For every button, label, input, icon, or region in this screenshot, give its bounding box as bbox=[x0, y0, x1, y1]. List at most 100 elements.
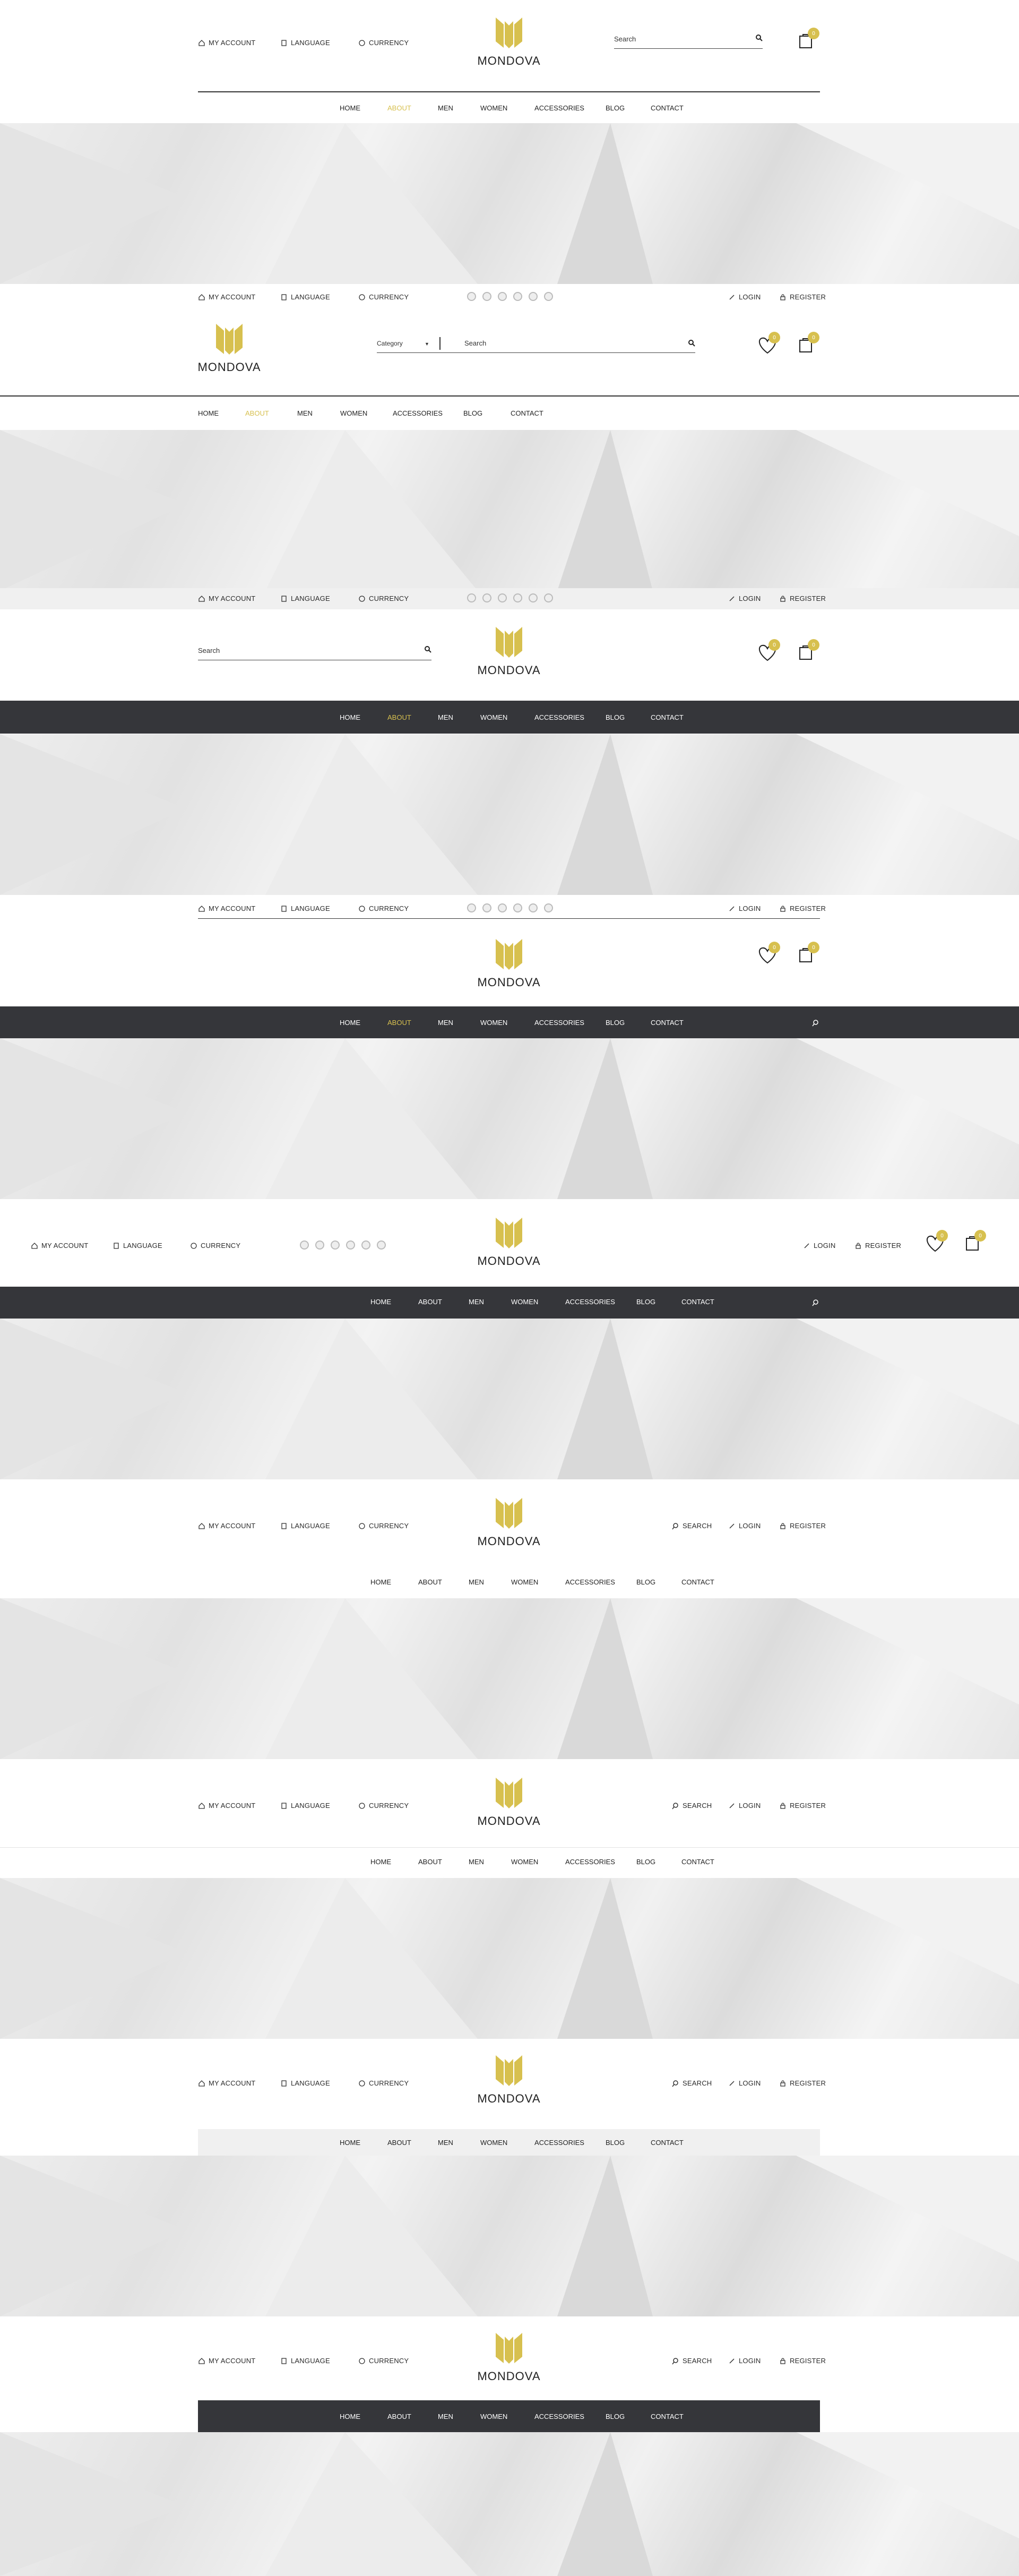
social-icon[interactable] bbox=[300, 1240, 309, 1250]
language-link[interactable]: LANGUAGE bbox=[280, 1522, 330, 1530]
cart-button[interactable]: 0 bbox=[798, 942, 819, 966]
login-link[interactable]: LOGIN bbox=[728, 904, 761, 912]
wishlist-button[interactable]: 0 bbox=[757, 332, 780, 357]
nav-women[interactable]: WOMEN bbox=[511, 1298, 538, 1306]
site-logo[interactable]: MONDOVA bbox=[195, 321, 264, 381]
language-link[interactable]: LANGUAGE bbox=[280, 904, 330, 912]
nav-accessories[interactable]: ACCESSORIES bbox=[534, 104, 584, 112]
nav-accessories[interactable]: ACCESSORIES bbox=[534, 713, 584, 721]
register-link[interactable]: REGISTER bbox=[779, 904, 826, 912]
social-icon[interactable] bbox=[529, 292, 538, 301]
wishlist-button[interactable]: 0 bbox=[757, 942, 780, 967]
nav-blog[interactable]: BLOG bbox=[606, 713, 625, 721]
nav-about[interactable]: ABOUT bbox=[387, 2413, 411, 2420]
nav-about[interactable]: ABOUT bbox=[418, 1578, 442, 1586]
login-link[interactable]: LOGIN bbox=[728, 2357, 761, 2365]
nav-contact[interactable]: CONTACT bbox=[511, 409, 543, 417]
nav-men[interactable]: MEN bbox=[469, 1578, 484, 1586]
register-link[interactable]: REGISTER bbox=[779, 1522, 826, 1530]
social-icon[interactable] bbox=[513, 292, 522, 301]
nav-accessories[interactable]: ACCESSORIES bbox=[393, 409, 443, 417]
search-icon[interactable] bbox=[812, 1019, 819, 1027]
nav-women[interactable]: WOMEN bbox=[511, 1858, 538, 1866]
site-logo[interactable]: MONDOVA bbox=[474, 2053, 543, 2112]
social-icon[interactable] bbox=[467, 292, 476, 301]
register-link[interactable]: REGISTER bbox=[779, 2079, 826, 2087]
currency-link[interactable]: CURRENCY bbox=[358, 595, 409, 602]
cart-button[interactable]: 0 bbox=[798, 28, 819, 51]
social-icon[interactable] bbox=[513, 593, 522, 602]
social-icon[interactable] bbox=[544, 903, 553, 912]
login-link[interactable]: LOGIN bbox=[728, 1802, 761, 1810]
wishlist-button[interactable]: 0 bbox=[757, 639, 780, 664]
currency-link[interactable]: CURRENCY bbox=[358, 904, 409, 912]
my-account-link[interactable]: MY ACCOUNT bbox=[198, 2079, 255, 2087]
language-link[interactable]: LANGUAGE bbox=[280, 1802, 330, 1810]
search-icon[interactable] bbox=[812, 1299, 819, 1306]
nav-women[interactable]: WOMEN bbox=[340, 409, 367, 417]
social-icon[interactable] bbox=[361, 1240, 370, 1250]
social-icon[interactable] bbox=[544, 593, 553, 602]
currency-link[interactable]: CURRENCY bbox=[358, 2079, 409, 2087]
nav-about[interactable]: ABOUT bbox=[387, 713, 411, 721]
social-icon[interactable] bbox=[331, 1240, 340, 1250]
site-logo[interactable]: MONDOVA bbox=[474, 2330, 543, 2390]
my-account-link[interactable]: MY ACCOUNT bbox=[31, 1242, 88, 1250]
nav-women[interactable]: WOMEN bbox=[480, 713, 507, 721]
nav-home[interactable]: HOME bbox=[340, 2139, 360, 2147]
search-link[interactable]: SEARCH bbox=[672, 2079, 712, 2087]
nav-accessories[interactable]: ACCESSORIES bbox=[565, 1298, 615, 1306]
language-link[interactable]: LANGUAGE bbox=[113, 1242, 162, 1250]
nav-women[interactable]: WOMEN bbox=[480, 2413, 507, 2420]
social-icon[interactable] bbox=[467, 903, 476, 912]
my-account-link[interactable]: MY ACCOUNT bbox=[198, 1522, 255, 1530]
site-logo[interactable]: MONDOVA bbox=[474, 1215, 543, 1274]
site-logo[interactable]: MONDOVA bbox=[474, 15, 543, 74]
social-icon[interactable] bbox=[467, 593, 476, 602]
nav-about[interactable]: ABOUT bbox=[418, 1858, 442, 1866]
nav-men[interactable]: MEN bbox=[438, 713, 453, 721]
social-icon[interactable] bbox=[498, 593, 507, 602]
nav-women[interactable]: WOMEN bbox=[480, 104, 507, 112]
nav-accessories[interactable]: ACCESSORIES bbox=[534, 2139, 584, 2147]
currency-link[interactable]: CURRENCY bbox=[358, 2357, 409, 2365]
nav-home[interactable]: HOME bbox=[370, 1578, 391, 1586]
register-link[interactable]: REGISTER bbox=[779, 1802, 826, 1810]
category-search[interactable]: Category ▼ Search bbox=[377, 337, 695, 353]
search-input[interactable]: Search bbox=[198, 644, 431, 660]
register-link[interactable]: REGISTER bbox=[779, 293, 826, 301]
social-icon[interactable] bbox=[482, 292, 491, 301]
nav-accessories[interactable]: ACCESSORIES bbox=[534, 1019, 584, 1027]
cart-button[interactable]: 0 bbox=[965, 1230, 986, 1254]
language-link[interactable]: LANGUAGE bbox=[280, 595, 330, 602]
nav-men[interactable]: MEN bbox=[438, 1019, 453, 1027]
currency-link[interactable]: CURRENCY bbox=[190, 1242, 240, 1250]
login-link[interactable]: LOGIN bbox=[728, 595, 761, 602]
language-link[interactable]: LANGUAGE bbox=[280, 39, 330, 47]
social-icon[interactable] bbox=[498, 292, 507, 301]
search-link[interactable]: SEARCH bbox=[672, 2357, 712, 2365]
nav-accessories[interactable]: ACCESSORIES bbox=[565, 1858, 615, 1866]
currency-link[interactable]: CURRENCY bbox=[358, 39, 409, 47]
social-icon[interactable] bbox=[482, 903, 491, 912]
social-icon[interactable] bbox=[529, 903, 538, 912]
nav-contact[interactable]: CONTACT bbox=[651, 713, 684, 721]
nav-home[interactable]: HOME bbox=[370, 1858, 391, 1866]
wishlist-button[interactable]: 0 bbox=[925, 1230, 948, 1255]
nav-women[interactable]: WOMEN bbox=[480, 2139, 507, 2147]
social-icon[interactable] bbox=[482, 593, 491, 602]
search-icon[interactable] bbox=[688, 339, 695, 347]
site-logo[interactable]: MONDOVA bbox=[474, 936, 543, 996]
login-link[interactable]: LOGIN bbox=[728, 2079, 761, 2087]
nav-home[interactable]: HOME bbox=[198, 409, 219, 417]
my-account-link[interactable]: MY ACCOUNT bbox=[198, 2357, 255, 2365]
social-icon[interactable] bbox=[498, 903, 507, 912]
nav-contact[interactable]: CONTACT bbox=[651, 2413, 684, 2420]
language-link[interactable]: LANGUAGE bbox=[280, 293, 330, 301]
nav-contact[interactable]: CONTACT bbox=[681, 1578, 714, 1586]
search-link[interactable]: SEARCH bbox=[672, 1802, 712, 1810]
social-icon[interactable] bbox=[513, 903, 522, 912]
my-account-link[interactable]: MY ACCOUNT bbox=[198, 293, 255, 301]
cart-button[interactable]: 0 bbox=[798, 332, 819, 356]
nav-women[interactable]: WOMEN bbox=[511, 1578, 538, 1586]
